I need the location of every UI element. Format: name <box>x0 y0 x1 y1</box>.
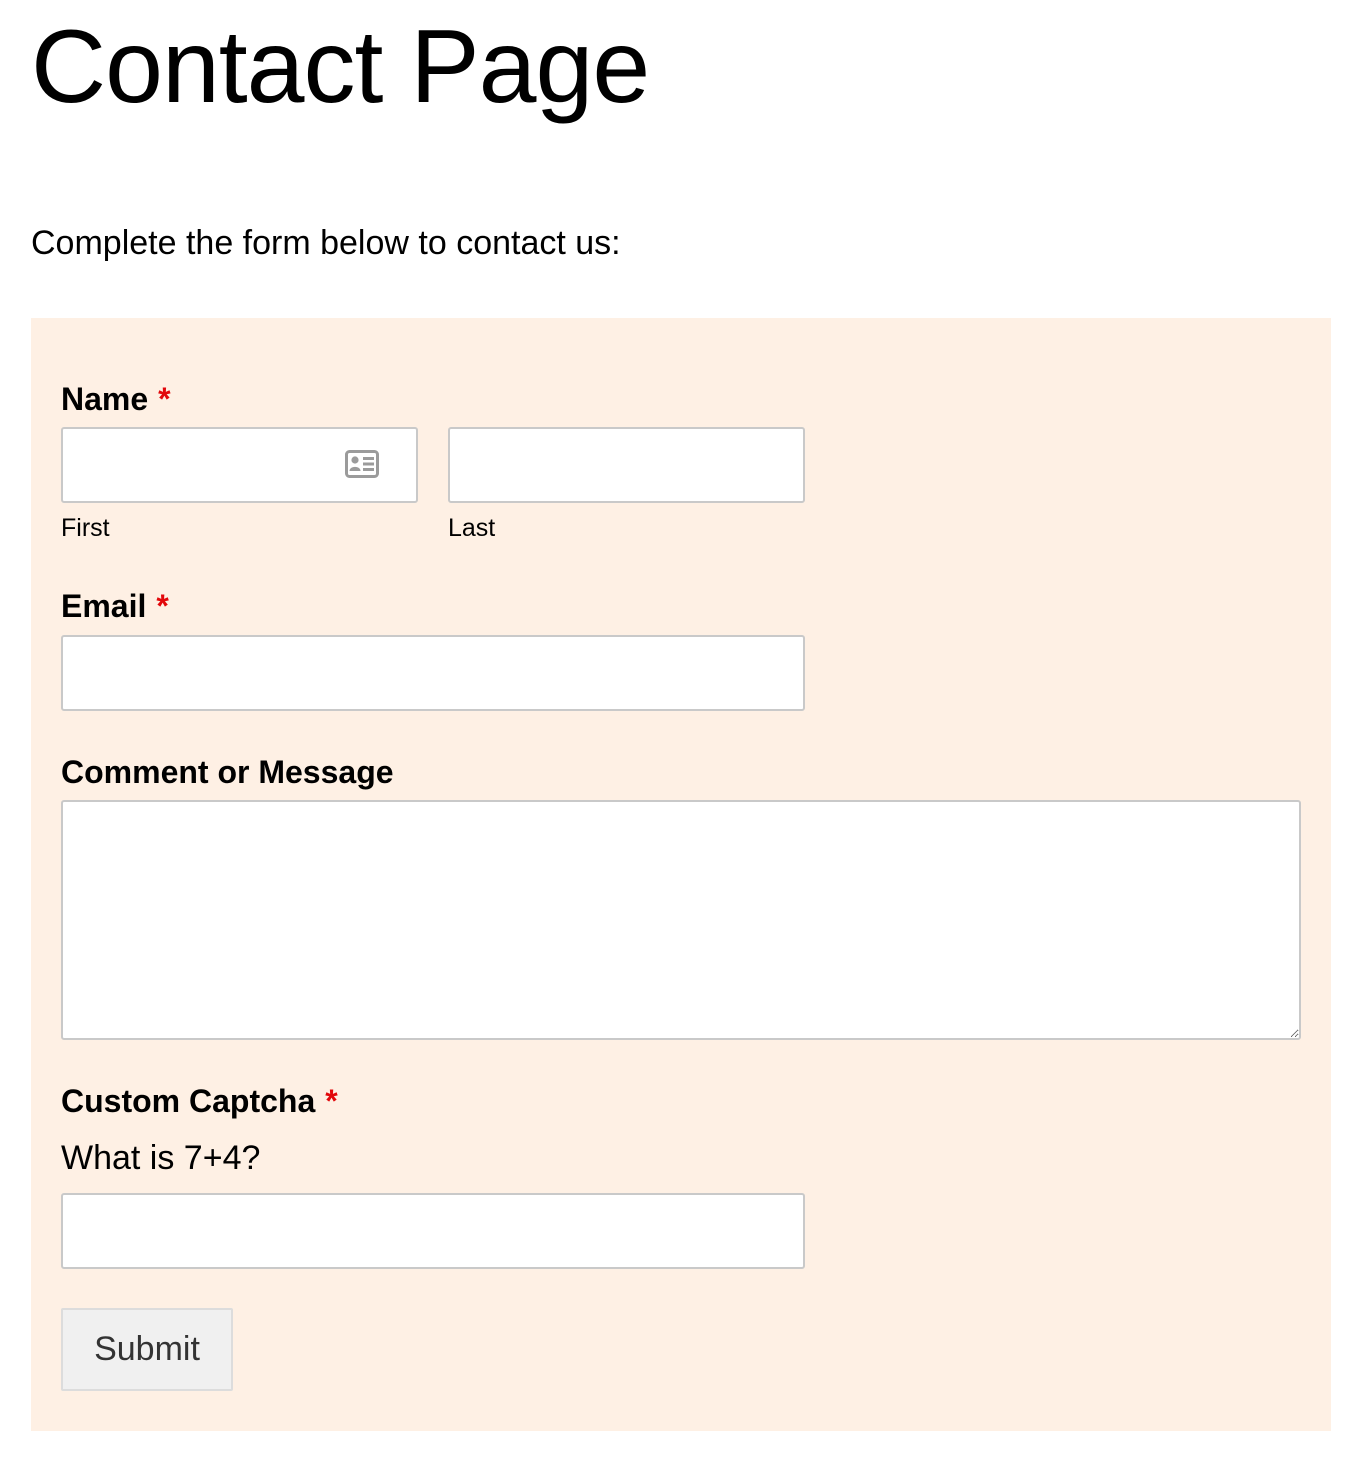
message-label: Comment or Message <box>61 752 394 792</box>
contact-form: Name * First Last Email * Comment or Messa… <box>31 318 1331 1431</box>
intro-text: Complete the form below to contact us: <box>31 224 621 262</box>
captcha-label-text: Custom Captcha <box>61 1083 316 1119</box>
last-name-input[interactable] <box>448 427 805 503</box>
email-input[interactable] <box>61 635 805 711</box>
captcha-input[interactable] <box>61 1193 805 1269</box>
first-name-sublabel: First <box>61 514 110 542</box>
email-label-text: Email <box>61 588 147 624</box>
submit-button[interactable]: Submit <box>61 1308 233 1391</box>
captcha-required-marker: * <box>325 1083 338 1119</box>
last-name-sublabel: Last <box>448 514 496 542</box>
email-required-marker: * <box>156 588 169 624</box>
message-label-text: Comment or Message <box>61 754 394 790</box>
name-label-text: Name <box>61 381 149 417</box>
message-textarea[interactable] <box>61 800 1301 1040</box>
email-label: Email * <box>61 586 169 626</box>
captcha-question: What is 7+4? <box>61 1139 261 1177</box>
page: Contact Page Complete the form below to … <box>0 0 1360 1460</box>
contact-card-icon[interactable] <box>345 450 379 478</box>
captcha-label: Custom Captcha * <box>61 1081 338 1121</box>
name-required-marker: * <box>158 381 171 417</box>
page-title: Contact Page <box>31 9 650 125</box>
name-label: Name * <box>61 379 171 419</box>
